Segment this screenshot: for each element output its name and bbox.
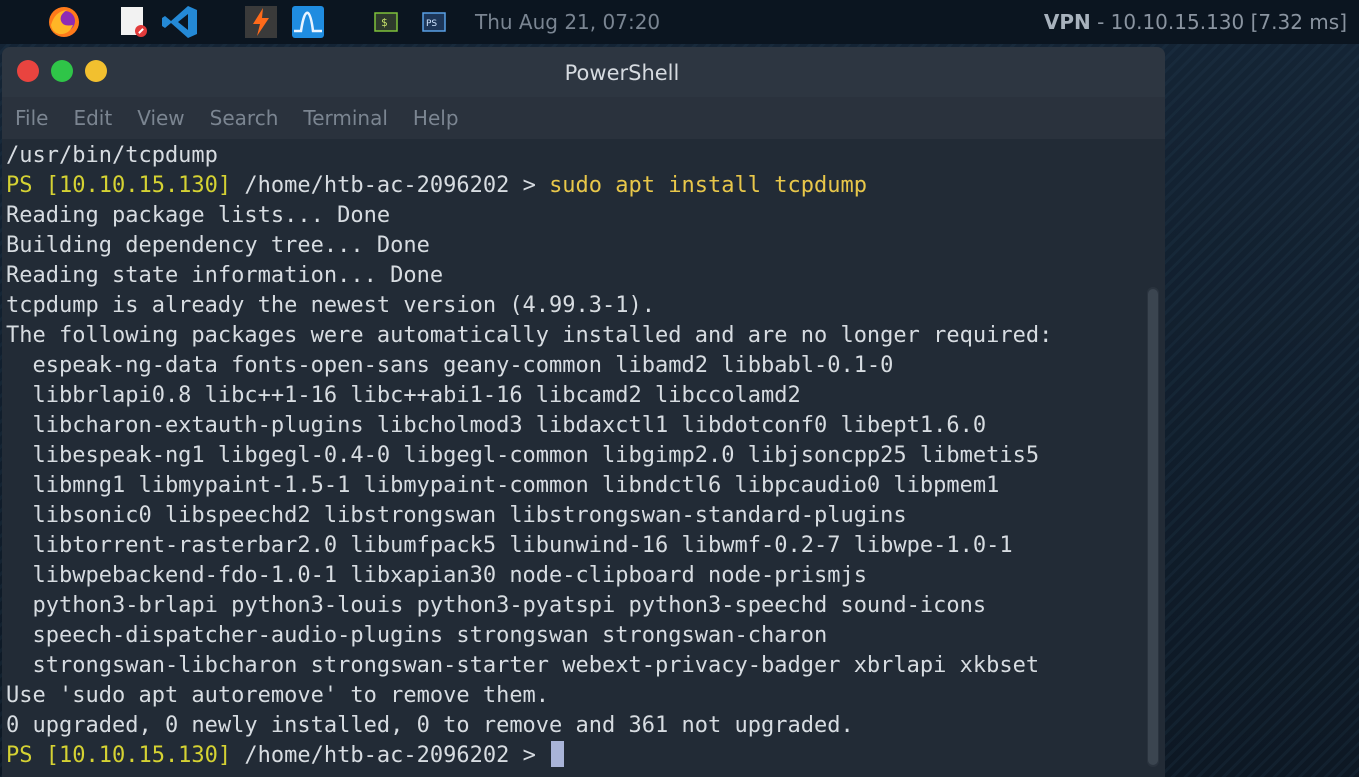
system-monitor-icon[interactable]: [290, 5, 326, 39]
burp-icon[interactable]: [243, 5, 279, 39]
terminal-line: Use 'sudo apt autoremove' to remove them…: [6, 683, 550, 708]
text-cursor: [551, 741, 565, 767]
window-titlebar[interactable]: PowerShell: [2, 47, 1165, 97]
terminal-line: libsonic0 libspeechd2 libstrongswan libs…: [6, 503, 907, 528]
terminal-line: libmng1 libmypaint-1.5-1 libmypaint-comm…: [6, 473, 1000, 498]
vscode-icon[interactable]: [160, 5, 200, 39]
terminal-line: 0 upgraded, 0 newly installed, 0 to remo…: [6, 713, 854, 738]
command-prompt-line[interactable]: PS [10.10.15.130] /home/htb-ac-2096202 >: [6, 741, 565, 771]
firefox-icon[interactable]: [46, 5, 82, 39]
vpn-label: VPN: [1043, 10, 1091, 34]
terminal-line: libbrlapi0.8 libc++1-16 libc++abi1-16 li…: [6, 383, 801, 408]
top-panel: $ PS Thu Aug 21, 07:20 VPN - 10.10.15.13…: [0, 0, 1359, 44]
text-editor-icon[interactable]: [118, 5, 148, 39]
vpn-info: - 10.10.15.130 [7.32 ms]: [1090, 10, 1347, 34]
menu-bar: File Edit View Search Terminal Help: [2, 97, 1165, 139]
scrollbar-thumb[interactable]: [1148, 289, 1158, 765]
menu-view[interactable]: View: [137, 106, 184, 130]
terminal-line: libcharon-extauth-plugins libcholmod3 li…: [6, 413, 987, 438]
terminal-line: tcpdump is already the newest version (4…: [6, 293, 656, 318]
powershell-icon[interactable]: PS: [421, 5, 447, 39]
terminal-line: libespeak-ng1 libgegl-0.4-0 libgegl-comm…: [6, 443, 1040, 468]
terminal-line: espeak-ng-data fonts-open-sans geany-com…: [6, 353, 894, 378]
terminal-line: Building dependency tree... Done: [6, 233, 430, 258]
terminal-line: strongswan-libcharon strongswan-starter …: [6, 653, 1040, 678]
menu-help[interactable]: Help: [413, 106, 459, 130]
terminal-line: python3-brlapi python3-louis python3-pya…: [6, 593, 987, 618]
terminal-line: speech-dispatcher-audio-plugins strongsw…: [6, 623, 828, 648]
command-prompt-line: PS [10.10.15.130] /home/htb-ac-2096202 >…: [6, 171, 867, 201]
terminal-icon[interactable]: $: [373, 5, 399, 39]
terminal-line: libtorrent-rasterbar2.0 libumfpack5 libu…: [6, 533, 1013, 558]
svg-text:$: $: [381, 16, 388, 29]
command-text: sudo apt install tcpdump: [549, 173, 867, 198]
prompt-host: PS [10.10.15.130]: [6, 743, 232, 768]
vpn-status: VPN - 10.10.15.130 [7.32 ms]: [1044, 10, 1347, 34]
menu-edit[interactable]: Edit: [73, 106, 112, 130]
window-title: PowerShell: [564, 61, 680, 85]
prompt-host: PS [10.10.15.130]: [6, 173, 232, 198]
menu-search[interactable]: Search: [210, 106, 279, 130]
terminal-line: Reading state information... Done: [6, 263, 444, 288]
prompt-path: /home/htb-ac-2096202 >: [231, 743, 550, 768]
menu-file[interactable]: File: [15, 106, 48, 130]
menu-terminal[interactable]: Terminal: [303, 106, 388, 130]
svg-text:PS: PS: [426, 19, 437, 29]
terminal-output[interactable]: /usr/bin/tcpdump PS [10.10.15.130] /home…: [2, 139, 1152, 777]
clock[interactable]: Thu Aug 21, 07:20: [475, 10, 660, 34]
prompt-path: /home/htb-ac-2096202 >: [231, 173, 550, 198]
terminal-line: Reading package lists... Done: [6, 203, 391, 228]
terminal-window: PowerShell File Edit View Search Termina…: [2, 47, 1165, 777]
terminal-line: libwpebackend-fdo-1.0-1 libxapian30 node…: [6, 563, 867, 588]
terminal-line: The following packages were automaticall…: [6, 323, 1053, 348]
terminal-line: /usr/bin/tcpdump: [6, 143, 218, 168]
